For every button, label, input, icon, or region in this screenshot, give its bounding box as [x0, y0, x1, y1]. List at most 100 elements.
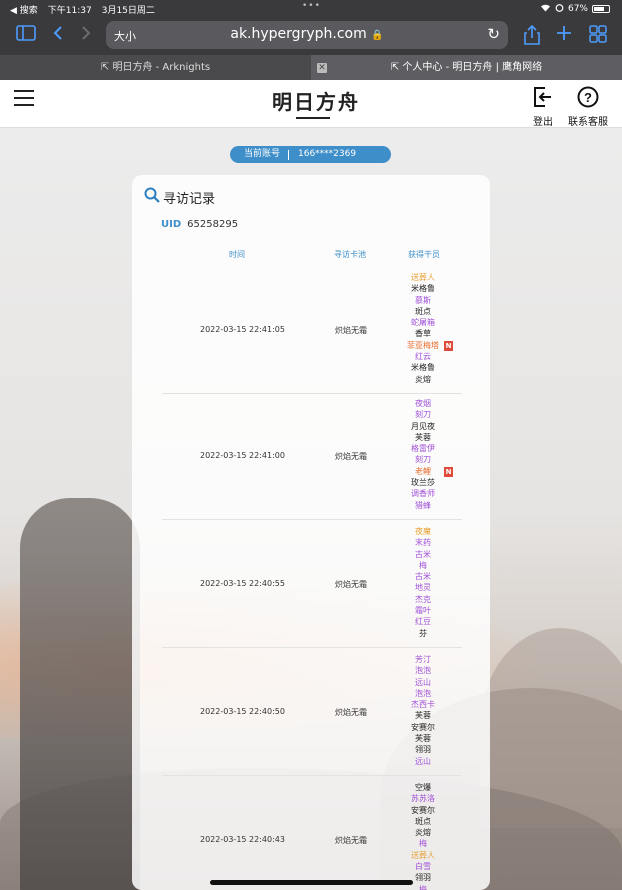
current-account-badge: 当前账号 166****2369: [230, 146, 391, 163]
operator-list: 空爆 苏苏洛 安赛尔 斑点 炎熔梅送葬人 白雪 翎羽梅: [386, 782, 460, 890]
record-pool: 炽焰无霜: [335, 452, 367, 461]
operator-name: 远山: [415, 756, 431, 766]
gacha-record-card: 寻访记录 UID 65258295 时间 寻访卡池 获得干员 2022-03-15…: [132, 175, 490, 890]
operator-name: 远山: [415, 677, 431, 687]
tab-overview-icon[interactable]: [589, 25, 607, 48]
share-icon[interactable]: [524, 24, 540, 50]
operator-name: 老鲤 N: [415, 466, 453, 477]
status-date: 3月15日周二: [101, 6, 155, 16]
operator-name: 芙蓉: [415, 432, 431, 442]
operator-name: 空爆: [415, 783, 431, 792]
tab-arknights[interactable]: ⇱ 明日方舟 - Arknights: [0, 55, 311, 80]
record-time: 2022-03-15 22:41:00: [200, 451, 285, 460]
back-icon[interactable]: [52, 25, 64, 46]
battery-icon: [592, 5, 610, 13]
operator-name: 送葬人: [411, 273, 435, 282]
operator-name: 斑点: [415, 816, 431, 826]
browser-chrome: ◀ 搜索 下午11:37 3月15日周二 ••• 67% 大小 ak.hyper…: [0, 0, 622, 55]
new-tab-icon[interactable]: [556, 25, 572, 46]
logo-underline: [296, 117, 330, 119]
operator-name: 安赛尔: [411, 805, 435, 815]
site-logo[interactable]: 明日方舟: [272, 86, 360, 115]
operator-name: 杰西卡: [411, 700, 435, 710]
operator-name: 斑点: [415, 306, 431, 316]
operator-name: 梅: [419, 560, 427, 570]
tab-user-center[interactable]: ✕ ⇱ 个人中心 - 明日方舟 | 鹰角网络: [311, 55, 622, 80]
operator-name: 刻刀: [415, 455, 431, 465]
operator-name: 白雪: [415, 862, 431, 872]
table-row: 2022-03-15 22:40:55 炽焰无霜 夜魔 末药 古米梅古米 地灵 杰克 霜叶 红豆…: [162, 521, 462, 648]
uid-value: 65258295: [187, 219, 239, 230]
operator-name: 调香师: [411, 489, 435, 499]
logout-icon: [533, 86, 553, 111]
operator-name: 猎蜂: [415, 500, 431, 510]
record-time: 2022-03-15 22:40:43: [200, 835, 285, 844]
operator-name: 芬: [419, 628, 427, 638]
new-badge: N: [444, 466, 453, 477]
operator-name: 芙蓉: [415, 734, 431, 744]
uid-line: UID 65258295: [161, 219, 239, 230]
record-pool: 炽焰无霜: [335, 708, 367, 717]
alarm-icon: [555, 3, 564, 15]
operator-name: 送葬人: [411, 850, 435, 860]
operator-list: 夜烟 刻刀 月见夜 芙蓉 格雷伊 刻刀 老鲤 N 玫兰莎 调香师 猎蜂: [386, 398, 460, 511]
battery-percent: 67%: [567, 4, 588, 14]
operator-name: 炎熔: [415, 374, 431, 384]
operator-name: 古米: [415, 549, 431, 559]
operator-name: 霜叶: [415, 606, 431, 616]
operator-name: 夜魔: [415, 527, 431, 536]
search-icon: [144, 187, 160, 207]
operator-name: 夜烟: [415, 399, 431, 408]
multitask-dots[interactable]: •••: [302, 1, 321, 11]
back-to-search[interactable]: ◀ 搜索: [10, 3, 38, 16]
record-time: 2022-03-15 22:40:50: [200, 707, 285, 716]
record-pool: 炽焰无霜: [335, 580, 367, 589]
address-bar[interactable]: 大小 ak.hypergryph.com 🔒 ↻: [106, 21, 508, 49]
operator-name: 刻刀: [415, 410, 431, 420]
close-tab-icon[interactable]: ✕: [317, 63, 327, 73]
operator-name: 红云: [415, 352, 431, 362]
record-pool: 炽焰无霜: [335, 326, 367, 335]
operator-name: 古米: [415, 572, 431, 582]
operator-name: 梅: [419, 839, 427, 849]
operator-name: 泡泡: [415, 688, 431, 698]
sidebar-icon[interactable]: [16, 25, 36, 46]
operator-name: 玫兰莎: [411, 478, 435, 488]
operator-list: 送葬人 米格鲁 慕斯 斑点 蛇屠箱 香草 菲亚梅塔 N 红云 米格鲁 炎熔: [386, 272, 460, 385]
character-silhouette: [20, 498, 140, 890]
column-header-operators: 获得干员: [408, 250, 440, 259]
operator-name: 安赛尔: [411, 722, 435, 732]
operator-name: 炎熔: [415, 828, 431, 838]
record-pool: 炽焰无霜: [335, 836, 367, 845]
operator-name: 米格鲁: [411, 284, 435, 294]
operator-list: 夜魔 末药 古米梅古米 地灵 杰克 霜叶 红豆芬: [386, 526, 460, 639]
wifi-icon: [540, 3, 551, 15]
help-icon: ?: [568, 86, 608, 111]
operator-name: 芳汀: [415, 655, 431, 664]
card-title: 寻访记录: [144, 187, 215, 207]
record-time: 2022-03-15 22:40:55: [200, 579, 285, 588]
menu-icon[interactable]: [14, 90, 34, 106]
column-header-pool: 寻访卡池: [334, 250, 366, 259]
forward-icon[interactable]: [80, 25, 92, 46]
new-badge: N: [444, 340, 453, 351]
browser-tabs: ⇱ 明日方舟 - Arknights ✕ ⇱ 个人中心 - 明日方舟 | 鹰角网…: [0, 55, 622, 80]
status-time: 下午11:37: [47, 6, 92, 16]
tab-favicon-icon: ⇱: [100, 62, 113, 73]
operator-name: 慕斯: [415, 295, 431, 305]
browser-toolbar: 大小 ak.hypergryph.com 🔒 ↻: [0, 18, 622, 55]
site-header: 明日方舟 登出 ? 联系客服: [0, 80, 622, 128]
operator-name: 泡泡: [415, 666, 431, 676]
operator-name: 末药: [415, 538, 431, 548]
operator-name: 苏苏洛: [411, 794, 435, 804]
url-text[interactable]: ak.hypergryph.com 🔒: [106, 26, 508, 42]
home-indicator[interactable]: [210, 880, 413, 885]
operator-name: 翎羽: [415, 745, 431, 755]
status-bar: ◀ 搜索 下午11:37 3月15日周二 ••• 67%: [0, 0, 622, 18]
reload-icon[interactable]: ↻: [487, 25, 500, 43]
operator-name: 香草: [415, 329, 431, 339]
operator-name: 杰克: [415, 594, 431, 604]
svg-text:?: ?: [584, 90, 592, 105]
support-button[interactable]: ? 联系客服: [568, 86, 608, 128]
logout-button[interactable]: 登出: [533, 86, 553, 128]
